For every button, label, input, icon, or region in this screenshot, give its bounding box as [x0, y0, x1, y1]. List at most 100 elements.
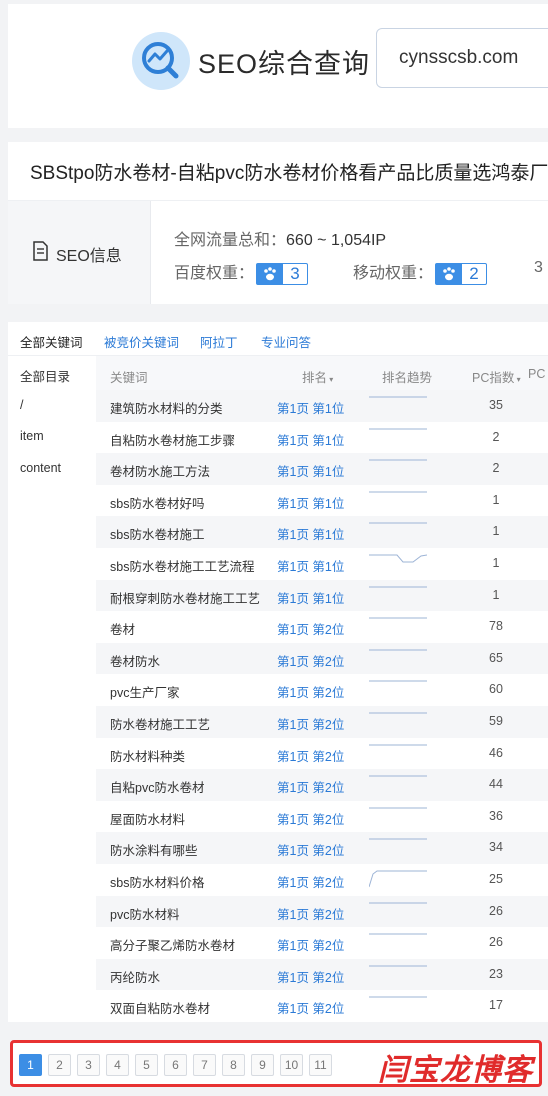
sort-caret-icon: ▾ [514, 375, 521, 384]
traffic-label: 全网流量总和： [174, 232, 287, 249]
keyword-cell[interactable]: pvc生产厂家 [110, 682, 179, 701]
mobile-weight-badge[interactable]: 2 [435, 262, 488, 285]
rank-cell[interactable]: 第1页 第2位 [277, 872, 344, 891]
page-button[interactable]: 1 [19, 1054, 42, 1076]
column-header-pc-index-label: PC指数 [472, 371, 515, 385]
table-row: 防水卷材施工工艺 第1页 第2位 59 [96, 706, 548, 738]
rank-trend-sparkline [369, 996, 427, 998]
table-row: 高分子聚乙烯防水卷材 第1页 第2位 26 [96, 927, 548, 959]
table-row: 防水涂料有哪些 第1页 第2位 34 [96, 832, 548, 864]
page-button[interactable]: 10 [280, 1054, 303, 1076]
tab-aladdin[interactable]: 阿拉丁 [200, 332, 238, 351]
page-button[interactable]: 7 [193, 1054, 216, 1076]
traffic-row: 全网流量总和：660 ~ 1,054IP [174, 226, 386, 250]
baidu-weight[interactable]: 百度权重： 3 [174, 259, 309, 285]
rank-cell[interactable]: 第1页 第1位 [277, 524, 344, 543]
page-button[interactable]: 8 [222, 1054, 245, 1076]
rank-cell[interactable]: 第1页 第1位 [277, 588, 344, 607]
tab-bid-keywords[interactable]: 被竞价关键词 [104, 332, 179, 351]
rank-trend-sparkline [369, 554, 427, 563]
rank-cell[interactable]: 第1页 第1位 [277, 493, 344, 512]
page-button[interactable]: 6 [164, 1054, 187, 1076]
table-row: 防水材料种类 第1页 第2位 46 [96, 737, 548, 770]
pc-index-cell: 1 [492, 587, 500, 602]
rank-cell[interactable]: 第1页 第1位 [277, 556, 344, 575]
pc-index-cell: 44 [489, 777, 503, 792]
keyword-cell[interactable]: 高分子聚乙烯防水卷材 [110, 935, 235, 954]
table-row: pvc防水材料 第1页 第2位 26 [96, 895, 548, 928]
rank-cell[interactable]: 第1页 第2位 [277, 809, 344, 828]
keyword-cell[interactable]: 自粘pvc防水卷材 [110, 777, 204, 796]
seo-logo-icon [132, 32, 190, 90]
baidu-weight-badge[interactable]: 3 [256, 262, 309, 285]
keyword-cell[interactable]: sbs防水卷材施工工艺流程 [110, 556, 254, 575]
tab-expert-qa[interactable]: 专业问答 [261, 332, 311, 351]
keyword-cell[interactable]: 卷材 [110, 619, 135, 638]
site-title: SBStpo防水卷材-自粘pvc防水卷材价格看产品比质量选鸿泰厂 [30, 163, 548, 184]
page-button[interactable]: 3 [77, 1054, 100, 1076]
sidebar-item-item[interactable]: item [20, 429, 44, 443]
keyword-cell[interactable]: sbs防水卷材好吗 [110, 493, 204, 512]
pc-index-cell: 1 [492, 556, 500, 570]
rank-cell[interactable]: 第1页 第2位 [277, 904, 344, 923]
rank-trend-sparkline [369, 965, 427, 967]
traffic-value: 660 ~ 1,054IP [286, 232, 387, 249]
rank-trend-sparkline [369, 396, 427, 398]
rank-cell[interactable]: 第1页 第2位 [277, 998, 344, 1017]
column-header-pc-index[interactable]: PC指数 ▾ [472, 367, 521, 386]
page-button[interactable]: 11 [309, 1054, 332, 1076]
watermark-logo: 闫宝龙博客 [378, 1054, 533, 1087]
tab-all-keywords[interactable]: 全部关键词 [20, 332, 83, 351]
rank-cell[interactable]: 第1页 第2位 [277, 935, 344, 954]
rank-cell[interactable]: 第1页 第2位 [277, 777, 344, 796]
rank-cell[interactable]: 第1页 第1位 [277, 461, 344, 480]
keyword-cell[interactable]: 防水材料种类 [110, 746, 185, 765]
table-row: sbs防水卷材施工 第1页 第1位 1 [96, 516, 548, 548]
seo-info-header: SEO信息 [8, 201, 151, 304]
keyword-cell[interactable]: 双面自粘防水卷材 [110, 998, 210, 1017]
table-row: 建筑防水材料的分类 第1页 第1位 35 [96, 390, 548, 422]
sidebar-item-content[interactable]: content [20, 461, 61, 475]
page-button[interactable]: 5 [135, 1054, 158, 1076]
sidebar-item-all[interactable]: 全部目录 [20, 366, 70, 385]
rank-cell[interactable]: 第1页 第2位 [277, 714, 344, 733]
rank-cell[interactable]: 第1页 第2位 [277, 840, 344, 859]
page-button[interactable]: 2 [48, 1054, 71, 1076]
rank-cell[interactable]: 第1页 第2位 [277, 651, 344, 670]
pc-index-cell: 23 [489, 966, 503, 981]
keyword-cell[interactable]: sbs防水卷材施工 [110, 524, 204, 543]
page-button[interactable]: 4 [106, 1054, 129, 1076]
rank-cell[interactable]: 第1页 第1位 [277, 430, 344, 449]
rank-cell[interactable]: 第1页 第1位 [277, 398, 344, 417]
rank-trend-sparkline [369, 459, 427, 461]
directory-sidebar: 全部目录 / item content [8, 356, 96, 1022]
keyword-cell[interactable]: 耐根穿刺防水卷材施工工艺 [110, 588, 260, 607]
seo-info-panel: SEO信息 全网流量总和：660 ~ 1,054IP 百度权重： 3 移动权重： 2… [8, 200, 548, 304]
keyword-cell[interactable]: 卷材防水施工方法 [110, 461, 210, 480]
page-button[interactable]: 9 [251, 1054, 274, 1076]
rank-cell[interactable]: 第1页 第2位 [277, 682, 344, 701]
sidebar-item-root[interactable]: / [20, 398, 23, 412]
column-header-pc-cut: PC [528, 367, 546, 381]
keyword-cell[interactable]: 自粘防水卷材施工步骤 [110, 430, 235, 449]
keyword-cell[interactable]: 丙纶防水 [110, 967, 160, 986]
keyword-cell[interactable]: 防水卷材施工工艺 [110, 714, 210, 733]
rank-trend-sparkline [369, 649, 427, 651]
keyword-cell[interactable]: pvc防水材料 [110, 904, 179, 923]
table-row: sbs防水卷材好吗 第1页 第1位 1 [96, 484, 548, 517]
keyword-cell[interactable]: 屋面防水材料 [110, 809, 185, 828]
rank-trend-sparkline [369, 775, 427, 777]
mobile-weight[interactable]: 移动权重： 2 [353, 259, 488, 285]
rank-cell[interactable]: 第1页 第2位 [277, 967, 344, 986]
keyword-cell[interactable]: 防水涂料有哪些 [110, 840, 198, 859]
domain-input[interactable]: cynsscsb.com [376, 28, 548, 88]
column-header-rank[interactable]: 排名 ▾ [302, 367, 333, 386]
rank-cell[interactable]: 第1页 第2位 [277, 746, 344, 765]
pc-index-cell: 65 [489, 650, 503, 665]
keyword-cell[interactable]: sbs防水材料价格 [110, 872, 204, 891]
keyword-cell[interactable]: 卷材防水 [110, 651, 160, 670]
rank-cell[interactable]: 第1页 第2位 [277, 619, 344, 638]
keyword-cell[interactable]: 建筑防水材料的分类 [110, 398, 223, 417]
rank-trend-sparkline [369, 712, 427, 714]
pc-index-cell: 35 [489, 398, 503, 412]
